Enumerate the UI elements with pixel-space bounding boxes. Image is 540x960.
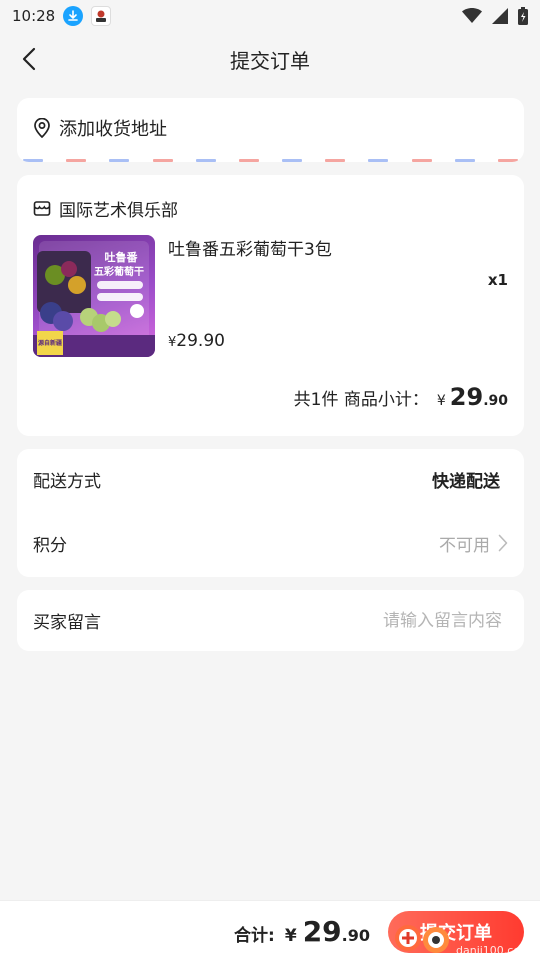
points-row[interactable]: 积分 不可用 (33, 513, 508, 573)
stripe-segment (23, 159, 43, 162)
add-address-card[interactable]: 添加收货地址 (17, 98, 524, 162)
buyer-message-input[interactable] (252, 610, 502, 631)
wifi-icon (462, 8, 482, 23)
subtotal: 共1件 商品小计： ¥ 29 .90 (294, 383, 508, 411)
subtotal-symbol: ¥ (436, 393, 446, 409)
add-address-label: 添加收货地址 (59, 119, 167, 140)
product-price: ¥29.90 (168, 331, 225, 351)
delivery-card: 配送方式 快递配送 积分 不可用 (17, 449, 524, 577)
address-stripe-border (17, 159, 524, 162)
subtotal-label: 共1件 商品小计： (293, 390, 429, 410)
stripe-segment (282, 159, 303, 162)
page-title: 提交订单 (230, 48, 310, 73)
buyer-message-label: 买家留言 (33, 613, 101, 633)
stripe-segment (195, 159, 216, 162)
stripe-segment (368, 159, 389, 162)
order-total: 合计: ¥ 29 .90 (234, 915, 370, 948)
buyer-message-card: 买家留言 (17, 590, 524, 651)
app-notification-icon (91, 6, 112, 26)
chevron-left-icon (22, 47, 36, 71)
store-icon (33, 201, 51, 216)
points-label: 积分 (33, 535, 67, 556)
back-button[interactable] (14, 44, 44, 74)
submit-order-button[interactable]: 提交订单 (388, 911, 524, 953)
status-time: 10:28 (12, 7, 56, 25)
points-value: 不可用 (439, 535, 490, 556)
location-pin-icon (34, 118, 50, 138)
stripe-segment (66, 159, 87, 162)
product-price-value: 29.90 (176, 331, 225, 351)
add-address-row[interactable]: 添加收货地址 (17, 98, 524, 158)
stripe-segment (109, 159, 130, 162)
stripe-segment (238, 159, 259, 162)
status-right (462, 7, 528, 25)
thumbnail-headline-1: 吐鲁番 (105, 250, 139, 264)
product-name: 吐鲁番五彩葡萄干3包 (168, 240, 332, 260)
total-symbol: ¥ (284, 926, 297, 946)
shop-name: 国际艺术俱乐部 (59, 200, 178, 221)
product-item[interactable]: 吐鲁番 五彩葡萄干 源自新疆 吐鲁番五彩葡萄干3包 x1 ¥29.90 (33, 235, 508, 357)
delivery-method-value: 快递配送 (432, 471, 500, 492)
shop-card: 国际艺术俱乐部 吐鲁番 五彩葡萄干 源自新疆 吐鲁番五彩葡萄干3包 x1 ¥29… (17, 175, 524, 436)
total-decimal: .90 (341, 926, 370, 945)
shop-header: 国际艺术俱乐部 (17, 175, 524, 225)
stripe-segment (411, 159, 432, 162)
delivery-method-label: 配送方式 (33, 471, 101, 492)
thumbnail-headline-2: 五彩葡萄干 (94, 265, 144, 278)
battery-icon (518, 7, 528, 25)
status-bar: 10:28 (0, 0, 540, 32)
total-integer: 29 (302, 915, 342, 948)
signal-icon (492, 8, 508, 24)
delivery-method-row[interactable]: 配送方式 快递配送 (33, 449, 508, 509)
bottom-bar: 合计: ¥ 29 .90 提交订单 (0, 900, 540, 960)
subtotal-integer: 29 (449, 383, 484, 411)
points-value-group: 不可用 (439, 531, 508, 556)
nav-bar: 提交订单 (0, 34, 540, 84)
product-thumbnail: 吐鲁番 五彩葡萄干 源自新疆 (33, 235, 155, 357)
stripe-segment (152, 159, 173, 162)
thumbnail-origin: 源自新疆 (38, 339, 62, 347)
stripe-segment (497, 159, 518, 162)
total-label: 合计: (234, 926, 275, 946)
download-icon (63, 6, 84, 26)
subtotal-decimal: .90 (483, 393, 508, 409)
product-quantity: x1 (487, 271, 508, 289)
stripe-segment (454, 159, 475, 162)
chevron-right-icon (498, 534, 508, 552)
stripe-segment (325, 159, 346, 162)
